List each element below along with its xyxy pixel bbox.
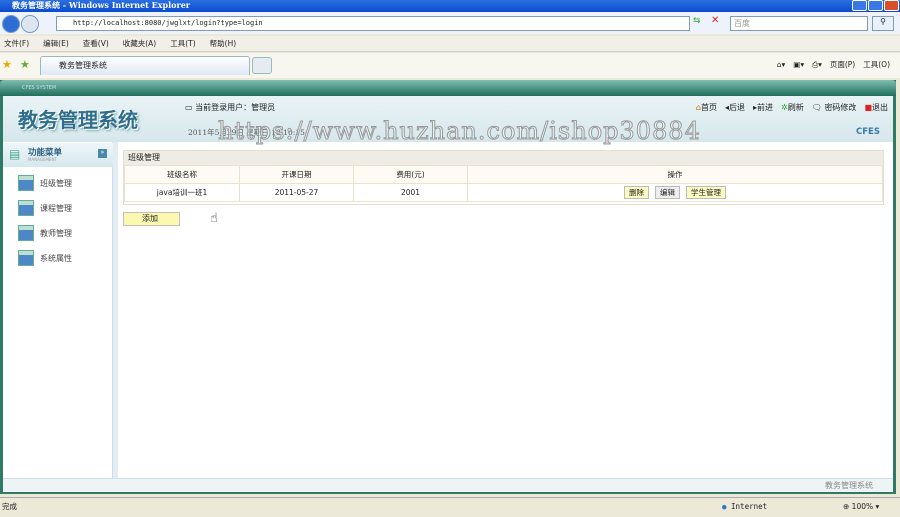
menu-subtitle: MANAGEMENT <box>28 157 57 162</box>
menu-edit[interactable]: 编辑(E) <box>43 36 69 51</box>
app-strip: CFES SYSTEM <box>0 80 896 96</box>
page-menu[interactable]: 页面(P) <box>830 58 855 72</box>
home-icon[interactable]: ⌂▾ <box>777 58 786 72</box>
top-nav: ⌂首页 ◂后退 ▸前进 ✲刷新 🗨 密码修改 ■退出 <box>696 102 888 113</box>
menu-icon: ▤ <box>9 147 21 161</box>
app-frame <box>0 80 896 494</box>
refresh-icon: ✲ <box>781 103 788 112</box>
nav-forward[interactable]: ▸前进 <box>753 102 773 113</box>
table-row: java培训一班1 2011-05-27 2001 删除 编辑 学生管理 <box>124 183 883 202</box>
add-button[interactable]: 添加 <box>123 212 180 226</box>
sidebar <box>3 142 113 478</box>
student-manage-button[interactable]: 学生管理 <box>686 186 726 199</box>
user-icon <box>18 175 34 191</box>
forward-button[interactable] <box>21 15 39 33</box>
tools-menu[interactable]: 工具(O) <box>863 58 890 72</box>
delete-button[interactable]: 删除 <box>624 186 649 199</box>
zone: ● Internet <box>722 502 768 511</box>
zoom-level[interactable]: ⊕ 100% ▾ <box>843 498 879 516</box>
stop-icon[interactable]: ✕ <box>711 15 719 26</box>
status-bar: 完成 ● Internet ⊕ 100% ▾ <box>0 497 900 517</box>
nav-back[interactable]: ◂后退 <box>725 102 745 113</box>
app-footer: 教务管理系统 <box>3 478 893 492</box>
feeds-icon[interactable]: ▣▾ <box>793 58 804 72</box>
menu-help[interactable]: 帮助(H) <box>210 36 237 51</box>
current-user-text: 当前登录用户：管理员 <box>195 103 276 112</box>
nav-password[interactable]: 🗨 密码修改 <box>812 102 857 113</box>
user-icon <box>18 200 34 216</box>
cell-fee: 2001 <box>353 183 468 202</box>
splitter-handle[interactable] <box>113 142 118 478</box>
new-tab-button[interactable] <box>252 57 272 74</box>
nav-home[interactable]: ⌂首页 <box>696 102 717 113</box>
window-title: 教务管理系统 - Windows Internet Explorer <box>0 0 900 12</box>
favorites-star-icon[interactable]: ★ <box>2 58 12 71</box>
command-bar: ⌂▾ ▣▾ ⎙▾ 页面(P) 工具(O) <box>777 58 890 72</box>
status-text: 完成 <box>2 502 17 511</box>
edit-button[interactable]: 编辑 <box>655 186 680 199</box>
logout-icon: ■ <box>864 103 872 112</box>
search-input[interactable]: 百度 <box>730 16 868 31</box>
refresh-icon[interactable]: ⇆ <box>693 16 701 26</box>
back-button[interactable] <box>2 15 20 33</box>
col-fee: 费用(元) <box>353 165 468 184</box>
maximize-button[interactable] <box>868 0 883 11</box>
search-icon[interactable]: ⚲ <box>872 16 894 31</box>
user-icon <box>18 225 34 241</box>
sidebar-item-teacher[interactable]: 教师管理 <box>18 225 72 241</box>
nav-logout[interactable]: ■退出 <box>864 102 888 113</box>
class-panel: 班级管理 班级名称 开课日期 费用(元) 操作 java培训一班1 2011-05-27… <box>123 150 884 205</box>
col-actions: 操作 <box>467 165 883 184</box>
menu-favorites[interactable]: 收藏夹(A) <box>123 36 156 51</box>
menu-file[interactable]: 文件(F) <box>4 36 29 51</box>
current-user: ▭ 当前登录用户：管理员 <box>185 103 276 112</box>
add-favorites-icon[interactable]: ★ <box>20 58 30 71</box>
minimize-button[interactable] <box>852 0 867 11</box>
brand-label: CFES <box>856 127 880 137</box>
panel-title: 班级管理 <box>124 151 883 165</box>
cell-name: java培训一班1 <box>124 183 240 202</box>
menu-view[interactable]: 查看(V) <box>83 36 109 51</box>
date-time: 2011年5月29日 星期日 18:10:15 <box>188 128 305 137</box>
sidebar-item-settings[interactable]: 系统属性 <box>18 250 72 266</box>
sidebar-item-class[interactable]: 班级管理 <box>18 175 72 191</box>
menu-bar: 文件(F) 编辑(E) 查看(V) 收藏夹(A) 工具(T) 帮助(H) <box>0 36 900 52</box>
globe-icon: ● <box>722 502 727 511</box>
cell-date: 2011-05-27 <box>239 183 354 202</box>
col-name: 班级名称 <box>124 165 240 184</box>
close-button[interactable] <box>884 0 899 11</box>
nav-refresh[interactable]: ✲刷新 <box>781 102 804 113</box>
hand-cursor-icon: ☝ <box>210 211 218 226</box>
print-icon[interactable]: ⎙▾ <box>812 58 822 72</box>
user-icon <box>18 250 34 266</box>
browser-tab[interactable]: 教务管理系统 <box>40 56 250 75</box>
cell-actions: 删除 编辑 学生管理 <box>467 183 883 202</box>
address-input[interactable]: http://localhost:8080/jwglxt/login?type=… <box>56 16 690 31</box>
class-table: 班级名称 开课日期 费用(元) 操作 java培训一班1 2011-05-27 2001 … <box>124 165 883 202</box>
sidebar-header: ▤ 功能菜单 MANAGEMENT » <box>3 143 113 167</box>
menu-tools[interactable]: 工具(T) <box>170 36 195 51</box>
col-date: 开课日期 <box>239 165 354 184</box>
app-logo: 教务管理系统 <box>18 108 138 132</box>
collapse-icon[interactable]: » <box>98 149 107 158</box>
sidebar-item-course[interactable]: 课程管理 <box>18 200 72 216</box>
